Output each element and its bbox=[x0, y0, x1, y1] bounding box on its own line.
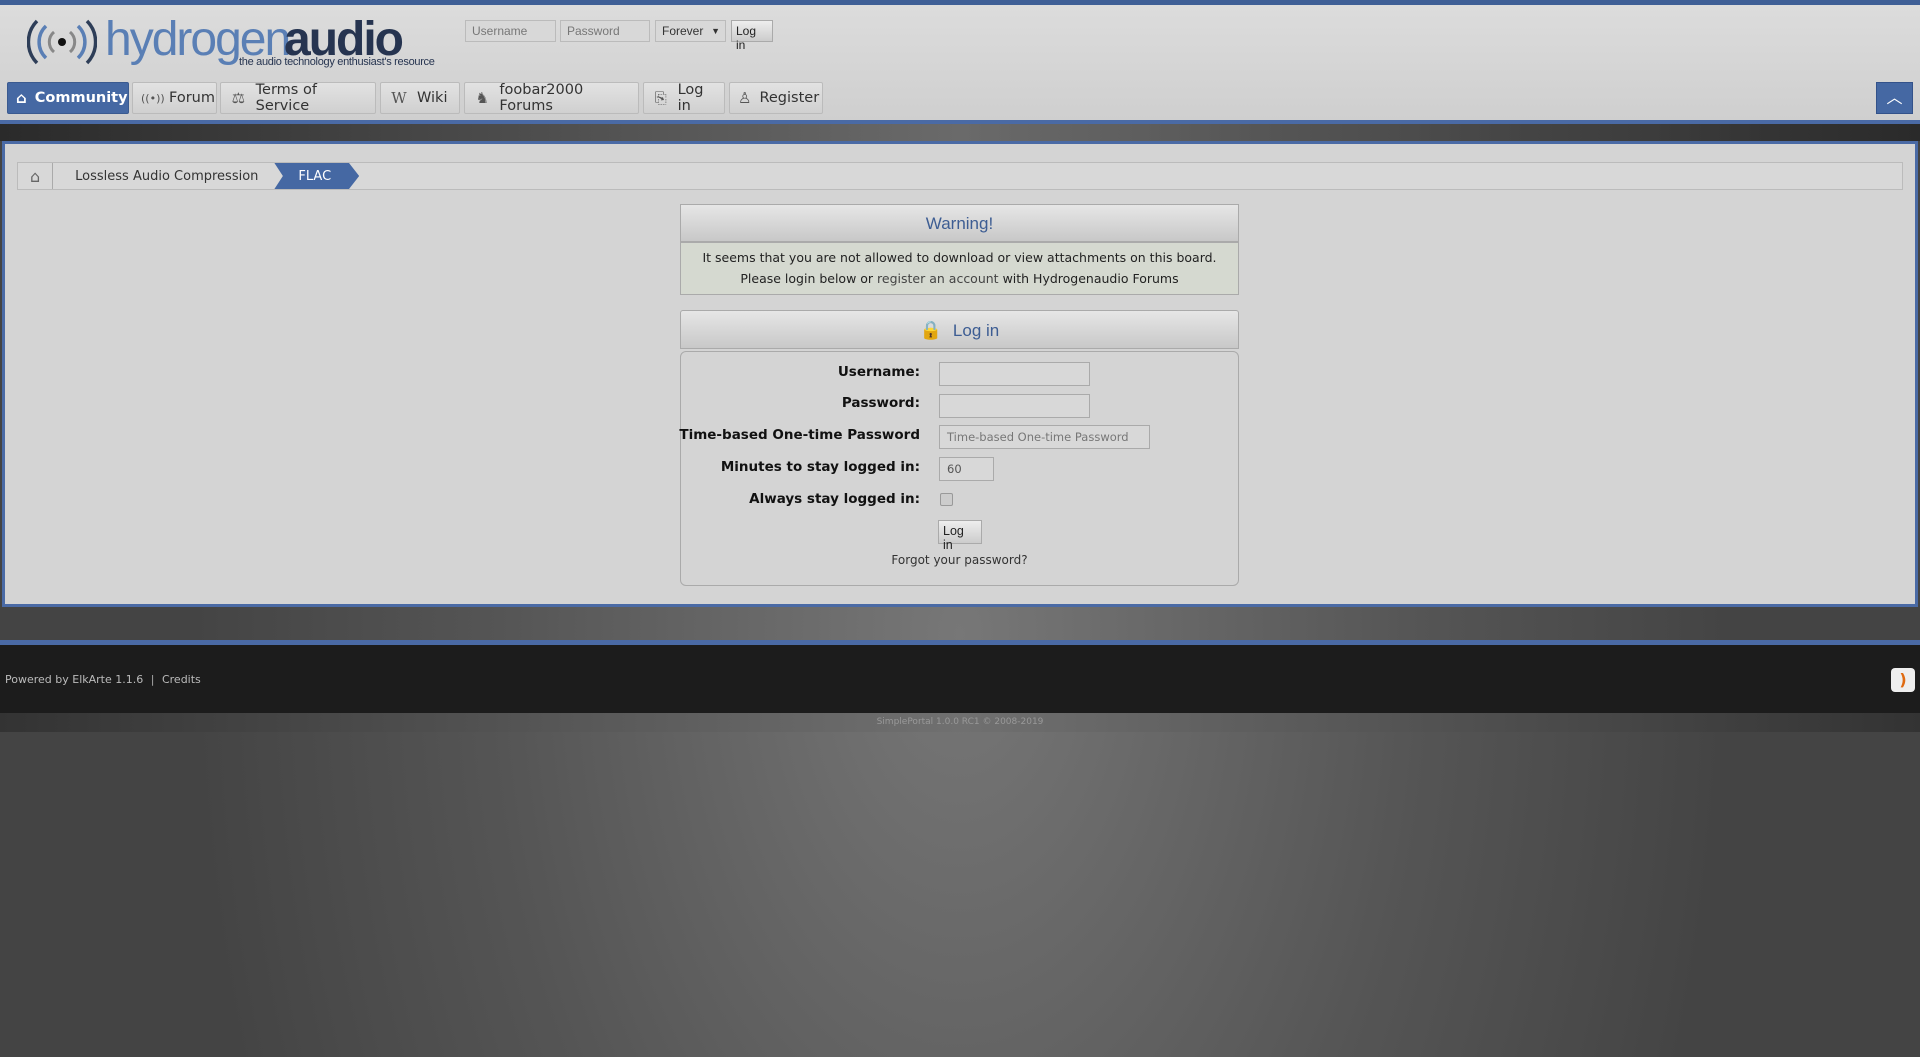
chevron-up-icon: ︿ bbox=[1886, 88, 1903, 107]
dropdown-arrow-icon: ▼ bbox=[711, 26, 720, 36]
nav-community[interactable]: ⌂ Community bbox=[7, 82, 129, 114]
breadcrumb-home[interactable]: ⌂ bbox=[18, 163, 54, 189]
warning-box: Warning! It seems that you are not allow… bbox=[680, 204, 1239, 295]
simpleportal-credit[interactable]: SimplePortal 1.0.0 RC1 © 2008-2019 bbox=[0, 713, 1920, 732]
warning-title: Warning! bbox=[681, 205, 1238, 243]
powered-by-link[interactable]: Powered by ElkArte 1.1.6 bbox=[5, 673, 143, 686]
always-logged-in-label: Always stay logged in: bbox=[749, 491, 920, 507]
nav-wiki[interactable]: W Wiki bbox=[380, 82, 460, 114]
door-icon: ⎘ bbox=[654, 89, 667, 107]
scales-icon: ⚖ bbox=[231, 89, 246, 107]
fox-icon: ♞ bbox=[475, 89, 489, 107]
minutes-label: Minutes to stay logged in: bbox=[720, 459, 920, 475]
nav-label: Forum bbox=[169, 90, 215, 106]
totp-input[interactable]: Time-based One-time Password bbox=[939, 425, 1150, 449]
totp-label: Time-based One-time Password bbox=[679, 427, 920, 443]
nav-log-in[interactable]: ⎘ Log in bbox=[643, 82, 725, 114]
header-username-input[interactable]: Username bbox=[465, 20, 556, 42]
footer: Powered by ElkArte 1.1.6 | Credits ) bbox=[0, 645, 1920, 713]
nav-foobar2000-forums[interactable]: ♞ foobar2000 Forums bbox=[464, 82, 639, 114]
warning-instructions: Please login below or register an accoun… bbox=[681, 268, 1238, 289]
add-user-icon: ♙ bbox=[738, 89, 752, 107]
nav-label: Log in bbox=[677, 82, 704, 114]
breadcrumb-item-current[interactable]: FLAC bbox=[274, 163, 360, 189]
separator: | bbox=[150, 673, 155, 686]
rss-feed-icon[interactable]: ) bbox=[1891, 668, 1915, 692]
login-title: Log in bbox=[952, 321, 1000, 340]
username-label: Username: bbox=[837, 364, 920, 380]
nav-label: Community bbox=[34, 90, 128, 106]
home-icon: ⌂ bbox=[30, 166, 41, 186]
password-input[interactable] bbox=[939, 394, 1090, 418]
nav-register[interactable]: ♙ Register bbox=[729, 82, 823, 114]
duration-value: Forever bbox=[662, 24, 704, 38]
home-icon: ⌂ bbox=[16, 89, 27, 107]
wikipedia-icon: W bbox=[391, 89, 407, 107]
warning-message: It seems that you are not allowed to dow… bbox=[702, 250, 1217, 265]
hydrogenaudio-logo[interactable]: hydrogen audio the audio technology enth… bbox=[27, 14, 447, 72]
breadcrumb-item[interactable]: Lossless Audio Compression bbox=[53, 163, 274, 189]
login-duration-select[interactable]: Forever ▼ bbox=[655, 20, 726, 42]
nav-label: foobar2000 Forums bbox=[499, 82, 584, 114]
text: with Hydrogenaudio Forums bbox=[998, 271, 1179, 286]
breadcrumb-label: Lossless Audio Compression bbox=[75, 168, 259, 184]
username-input[interactable] bbox=[939, 362, 1090, 386]
header-band bbox=[0, 124, 1920, 141]
credits-link[interactable]: Credits bbox=[162, 673, 201, 686]
broadcast-icon: ((•)) bbox=[141, 91, 165, 105]
logo-tagline: the audio technology enthusiast's resour… bbox=[239, 56, 435, 68]
nav-label: Terms of Service bbox=[255, 82, 317, 114]
nav-terms-of-service[interactable]: ⚖ Terms of Service bbox=[220, 82, 376, 114]
breadcrumb-label: FLAC bbox=[298, 168, 332, 184]
broadcast-logo-icon bbox=[27, 19, 97, 65]
footer-credits-line: Powered by ElkArte 1.1.6 | Credits bbox=[5, 673, 201, 686]
nav-forum[interactable]: ((•)) Forum bbox=[132, 82, 217, 114]
nav-label: Wiki bbox=[417, 90, 448, 106]
forgot-password-link[interactable]: Forgot your password? bbox=[680, 553, 1239, 567]
minutes-input[interactable]: 60 bbox=[939, 457, 994, 481]
text: Please login below or bbox=[740, 271, 878, 286]
always-logged-in-checkbox[interactable] bbox=[940, 493, 953, 506]
login-header: 🔒 Log in bbox=[680, 310, 1239, 349]
register-link[interactable]: register an account bbox=[877, 271, 999, 286]
login-submit-button[interactable]: Log in bbox=[938, 520, 982, 552]
nav-label: Register bbox=[759, 90, 820, 106]
forgot-label: Forgot your password? bbox=[891, 553, 1028, 567]
password-label: Password: bbox=[841, 395, 920, 411]
collapse-header-button[interactable]: ︿ bbox=[1876, 82, 1913, 114]
header-password-input[interactable]: Password bbox=[560, 20, 650, 42]
padlock-icon: 🔒 bbox=[919, 320, 943, 340]
breadcrumb: ⌂ Lossless Audio Compression FLAC bbox=[17, 162, 1903, 190]
header-login-button[interactable]: Log in bbox=[731, 20, 773, 52]
